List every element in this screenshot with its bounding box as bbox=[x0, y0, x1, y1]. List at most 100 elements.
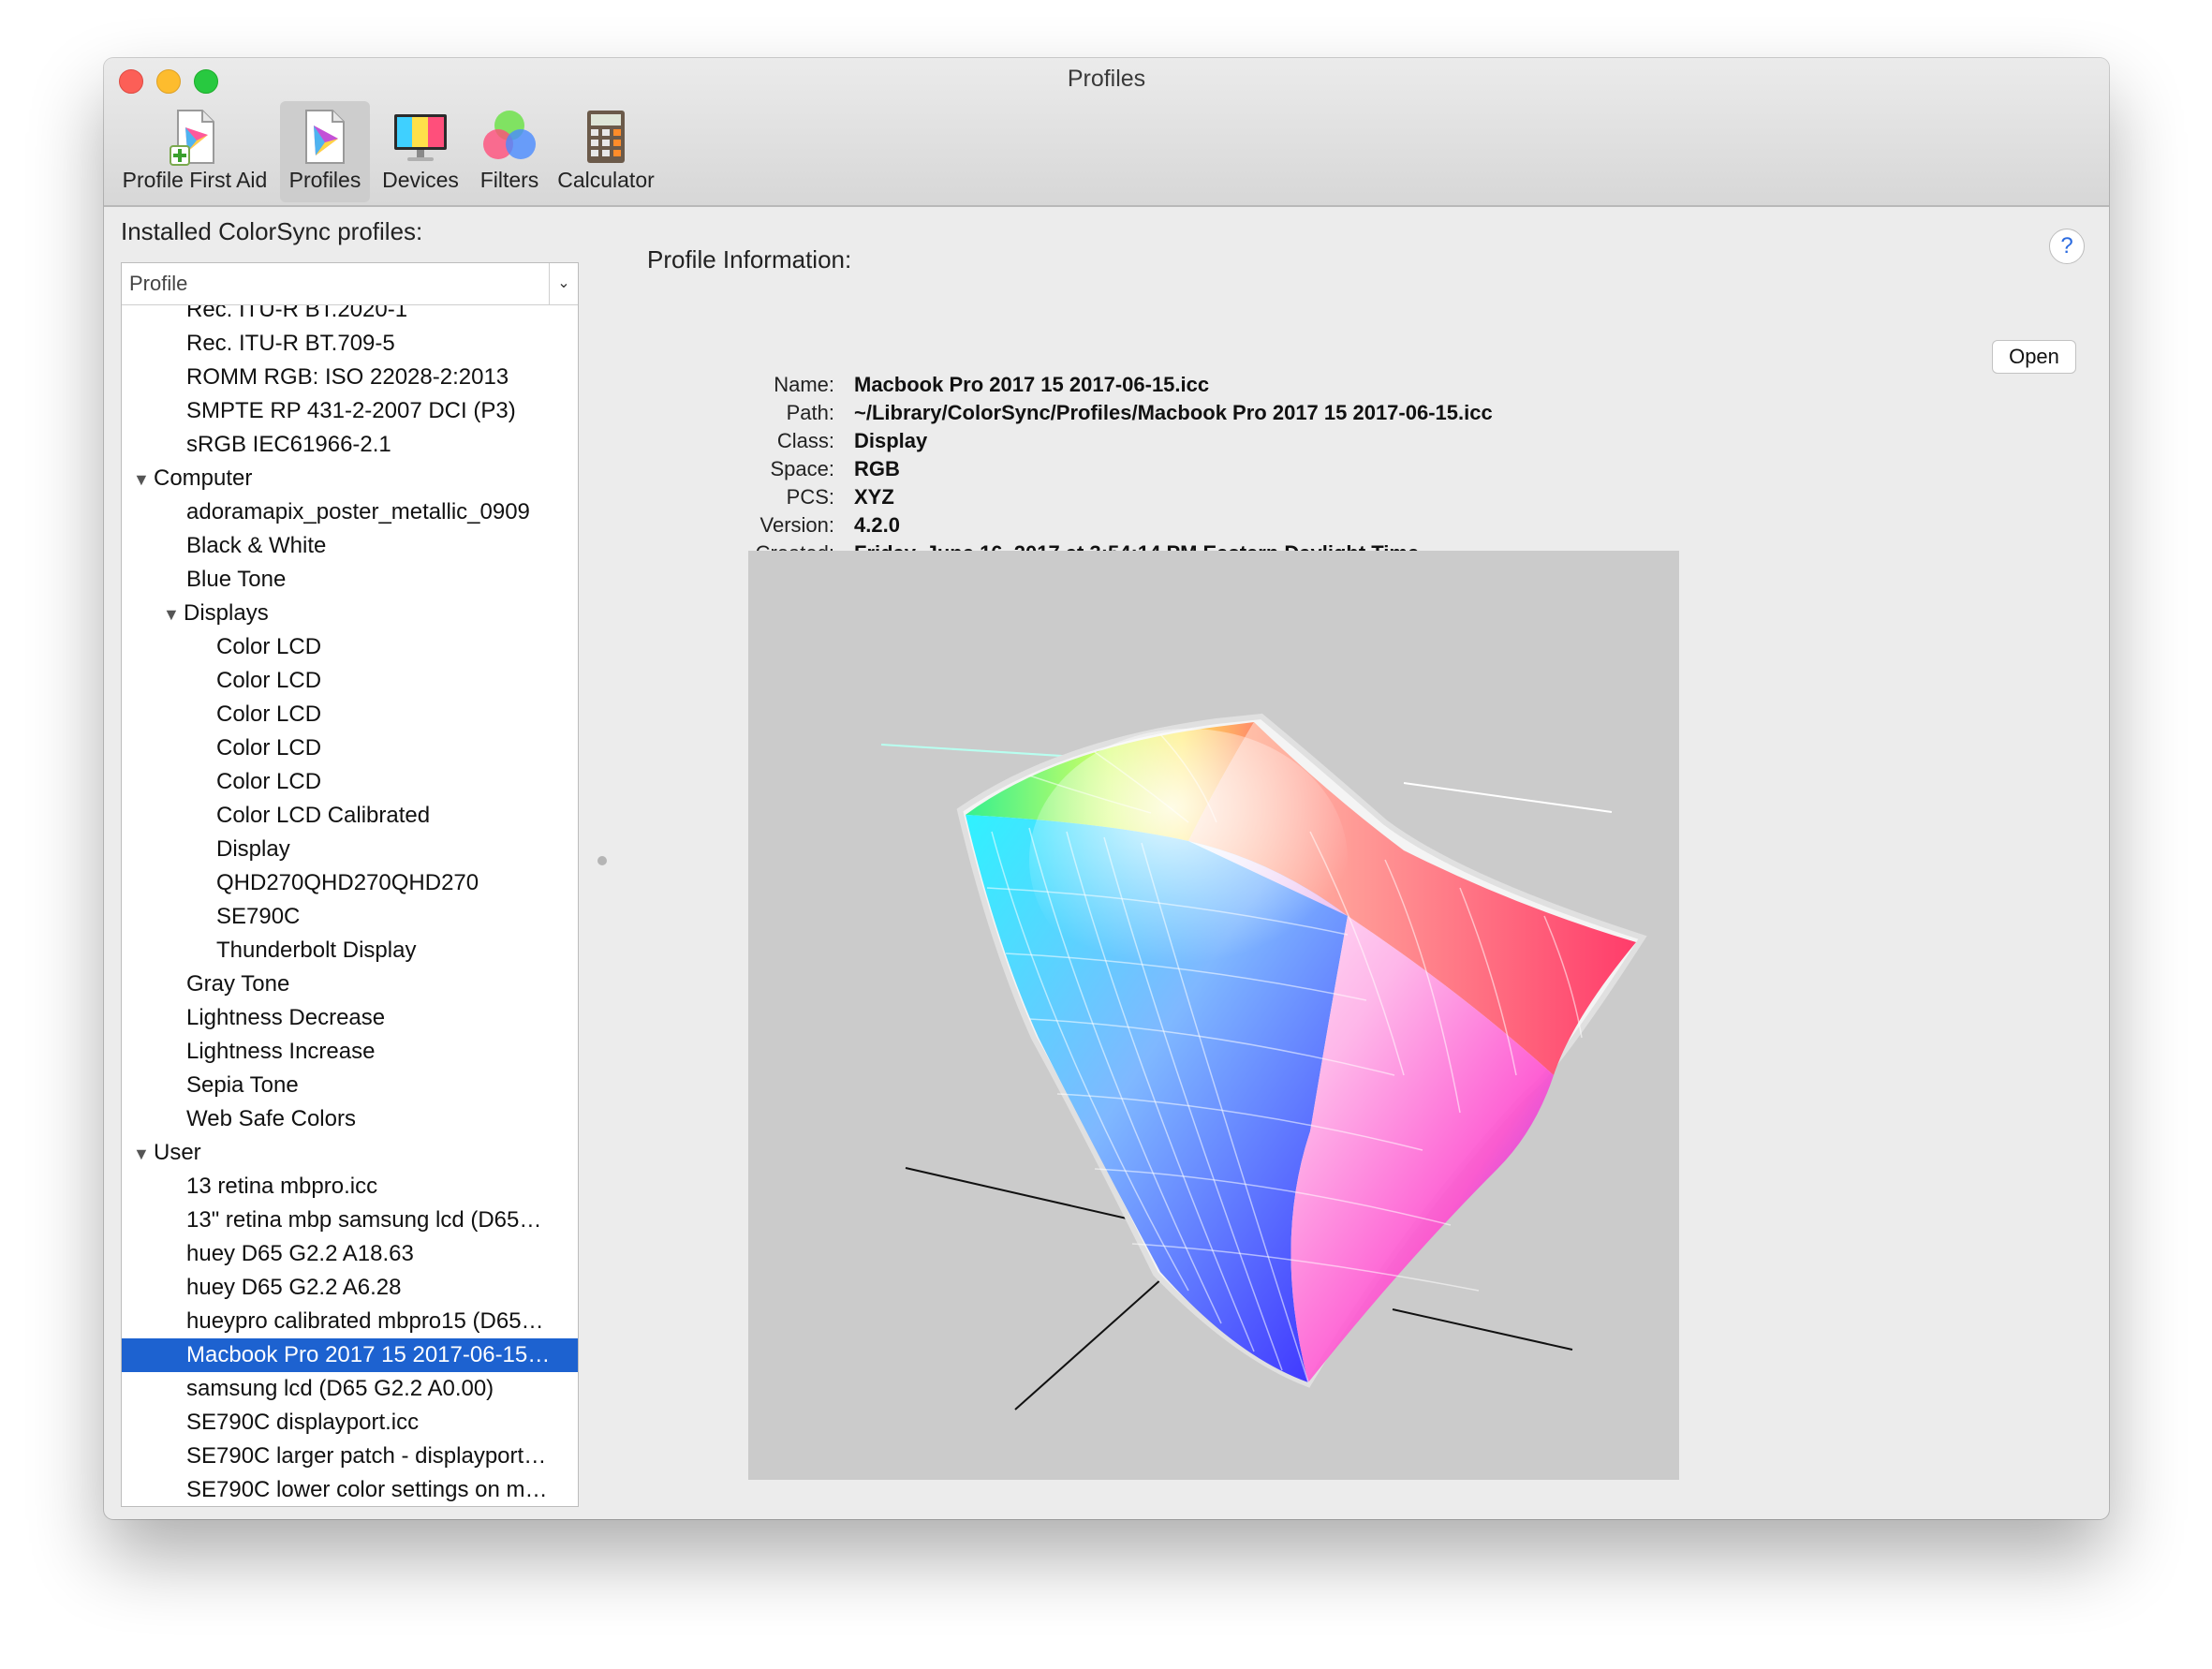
list-item[interactable]: ROMM RGB: ISO 22028-2:2013 bbox=[122, 361, 578, 394]
list-item-label: SE790C displayport.icc bbox=[186, 1410, 420, 1435]
list-item-label: SE790C larger patch - displayport… bbox=[186, 1443, 547, 1469]
list-item[interactable]: SE790C bbox=[122, 900, 578, 934]
list-item[interactable]: Rec. ITU-R BT.2020-1 bbox=[122, 305, 578, 327]
chevron-down-icon[interactable]: ⌄ bbox=[549, 263, 578, 304]
list-item-label: sRGB IEC61966-2.1 bbox=[186, 432, 391, 457]
list-item[interactable]: Rec. ITU-R BT.709-5 bbox=[122, 327, 578, 361]
info-value: Macbook Pro 2017 15 2017-06-15.icc bbox=[854, 373, 1210, 396]
list-item[interactable]: Lightness Increase bbox=[122, 1035, 578, 1069]
info-key: Path: bbox=[786, 401, 834, 424]
list-item-label: Thunderbolt Display bbox=[216, 938, 417, 963]
toolbar-devices[interactable]: Devices bbox=[376, 101, 465, 202]
list-item-label: Color LCD bbox=[216, 668, 322, 693]
toolbar-label: Calculator bbox=[557, 168, 655, 192]
split-view-handle[interactable] bbox=[597, 856, 607, 865]
list-item-label: 13 retina mbpro.icc bbox=[186, 1174, 378, 1199]
list-item[interactable]: Color LCD bbox=[122, 630, 578, 664]
toolbar-calculator[interactable]: Calculator bbox=[550, 101, 662, 202]
list-item-label: Color LCD bbox=[216, 769, 322, 794]
list-item[interactable]: QHD270QHD270QHD270 bbox=[122, 866, 578, 900]
toolbar: Profiles Profile First Aid Profiles Devi… bbox=[104, 58, 2109, 207]
list-item[interactable]: Thunderbolt Display bbox=[122, 934, 578, 967]
list-group-row[interactable]: ▼ Computer bbox=[122, 462, 578, 495]
list-item[interactable]: sRGB IEC61966-2.1 bbox=[122, 428, 578, 462]
column-header-label: Profile bbox=[129, 272, 188, 295]
list-item[interactable]: hueypro calibrated mbpro15 (D65… bbox=[122, 1305, 578, 1338]
calculator-icon bbox=[587, 111, 625, 163]
profiles-list[interactable]: Profile ⌄ Rec. ITU-R BT.2020-1 Rec. ITU-R… bbox=[121, 262, 579, 1507]
profiles-rows: Rec. ITU-R BT.2020-1 Rec. ITU-R BT.709-5 R… bbox=[122, 305, 578, 1506]
list-item[interactable]: Macbook Pro 2017 15 2017-06-15… bbox=[122, 1338, 578, 1372]
filters-icon bbox=[483, 111, 536, 159]
list-item[interactable]: adoramapix_poster_metallic_0909 bbox=[122, 495, 578, 529]
info-key: Name: bbox=[774, 373, 834, 396]
info-key: PCS: bbox=[786, 485, 834, 509]
toolbar-label: Filters bbox=[479, 168, 539, 192]
list-item-label: Color LCD Calibrated bbox=[216, 803, 431, 828]
list-item-label: Display bbox=[216, 836, 290, 862]
help-button[interactable]: ? bbox=[2049, 229, 2085, 264]
list-item-label: User bbox=[154, 1140, 201, 1165]
list-item[interactable]: Color LCD Calibrated bbox=[122, 799, 578, 833]
list-item-label: Gray Tone bbox=[186, 971, 290, 997]
info-value: XYZ bbox=[854, 485, 894, 509]
profile-column-header[interactable]: Profile ⌄ bbox=[122, 263, 578, 305]
list-item[interactable]: Black & White bbox=[122, 529, 578, 563]
list-item[interactable]: SMPTE RP 431-2-2007 DCI (P3) bbox=[122, 394, 578, 428]
profiles-window: Profiles Profile First Aid Profiles Devi… bbox=[104, 58, 2109, 1519]
list-item[interactable]: Sepia Tone bbox=[122, 1069, 578, 1102]
list-item[interactable]: SE790C displayport.icc bbox=[122, 1406, 578, 1440]
list-item[interactable]: SE790C lower color settings on m… bbox=[122, 1473, 578, 1506]
info-value: 4.2.0 bbox=[854, 513, 900, 537]
list-item[interactable]: Lightness Decrease bbox=[122, 1001, 578, 1035]
list-item[interactable]: Gray Tone bbox=[122, 967, 578, 1001]
list-item-label: SE790C lower color settings on m… bbox=[186, 1477, 548, 1502]
list-item-label: adoramapix_poster_metallic_0909 bbox=[186, 499, 530, 524]
toolbar-profile-first-aid[interactable]: Profile First Aid bbox=[117, 101, 273, 202]
list-item[interactable]: huey D65 G2.2 A6.28 bbox=[122, 1271, 578, 1305]
toolbar-profiles[interactable]: Profiles bbox=[280, 101, 370, 202]
list-item[interactable]: 13" retina mbp samsung lcd (D65… bbox=[122, 1204, 578, 1237]
list-item[interactable]: samsung lcd (D65 G2.2 A0.00) bbox=[122, 1372, 578, 1406]
list-item[interactable]: Display bbox=[122, 833, 578, 866]
list-item-label: ROMM RGB: ISO 22028-2:2013 bbox=[186, 364, 509, 390]
disclosure-triangle-icon[interactable]: ▼ bbox=[163, 598, 184, 630]
list-item[interactable]: Color LCD bbox=[122, 698, 578, 731]
list-item-label: Color LCD bbox=[216, 702, 322, 727]
disclosure-triangle-icon[interactable]: ▼ bbox=[133, 1137, 154, 1170]
list-item-label: huey D65 G2.2 A6.28 bbox=[186, 1275, 402, 1300]
list-item-label: Displays bbox=[184, 600, 269, 626]
open-button[interactable]: Open bbox=[1992, 340, 2076, 374]
profile-information-title: Profile Information: bbox=[647, 245, 852, 273]
list-group-row[interactable]: ▼ Displays bbox=[122, 597, 578, 630]
toolbar-filters[interactable]: Filters bbox=[469, 101, 550, 202]
list-item-label: Computer bbox=[154, 465, 253, 491]
list-item[interactable]: Blue Tone bbox=[122, 563, 578, 597]
list-item-label: Lightness Decrease bbox=[186, 1005, 386, 1030]
list-item-label: Rec. ITU-R BT.709-5 bbox=[186, 331, 395, 356]
list-item[interactable]: Color LCD bbox=[122, 765, 578, 799]
list-item[interactable]: Color LCD bbox=[122, 664, 578, 698]
list-item-label: Lightness Increase bbox=[186, 1039, 376, 1064]
lab-plot[interactable] bbox=[748, 551, 1679, 1480]
list-item[interactable]: Web Safe Colors bbox=[122, 1102, 578, 1136]
list-item-label: Macbook Pro 2017 15 2017-06-15… bbox=[186, 1342, 551, 1367]
list-item[interactable]: SE790C larger patch - displayport… bbox=[122, 1440, 578, 1473]
list-item-label: SE790C bbox=[216, 904, 301, 929]
list-item-label: QHD270QHD270QHD270 bbox=[216, 870, 479, 895]
profiles-icon bbox=[305, 110, 345, 164]
disclosure-triangle-icon[interactable]: ▼ bbox=[133, 463, 154, 495]
installed-profiles-title: Installed ColorSync profiles: bbox=[121, 217, 423, 245]
list-item-label: Blue Tone bbox=[186, 567, 287, 592]
list-item[interactable]: Color LCD bbox=[122, 731, 578, 765]
info-value: Display bbox=[854, 429, 928, 452]
info-key: Space: bbox=[770, 457, 835, 480]
toolbar-label: Profile First Aid bbox=[122, 168, 268, 192]
list-group-row[interactable]: ▼ User bbox=[122, 1136, 578, 1170]
list-item-label: Color LCD bbox=[216, 634, 322, 659]
list-item[interactable]: 13 retina mbpro.icc bbox=[122, 1170, 578, 1204]
list-item-label: Black & White bbox=[186, 533, 327, 558]
list-item[interactable]: huey D65 G2.2 A18.63 bbox=[122, 1237, 578, 1271]
list-item-label: Web Safe Colors bbox=[186, 1106, 356, 1131]
info-key: Version: bbox=[759, 513, 835, 537]
